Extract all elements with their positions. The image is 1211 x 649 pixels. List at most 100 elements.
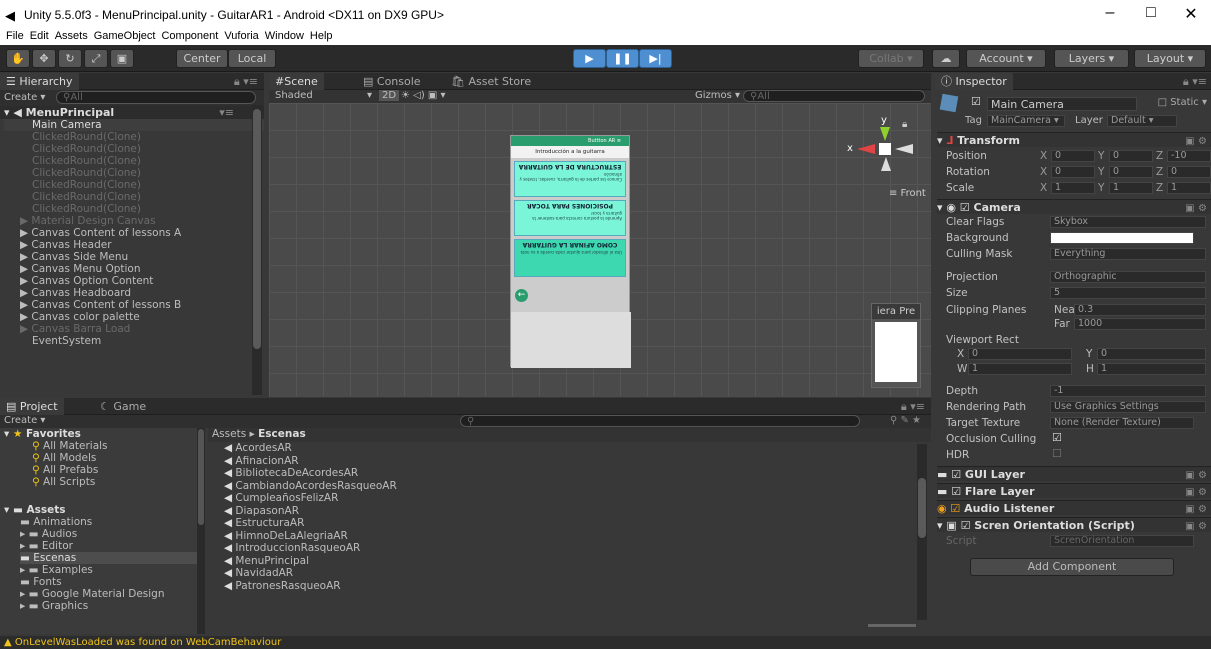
hierarchy-item[interactable]: ▶ Canvas Header (4, 239, 264, 251)
favorite-item[interactable]: ⚲ All Models (32, 452, 205, 464)
hierarchy-item[interactable]: ClickedRound(Clone) (4, 203, 264, 215)
pivot-center-button[interactable]: Center (176, 49, 228, 68)
hierarchy-item[interactable]: ▶ Canvas Headboard (4, 287, 264, 299)
scene-asset-item[interactable]: ◀ AfinacionAR (224, 455, 931, 468)
hierarchy-item[interactable]: ClickedRound(Clone) (4, 155, 264, 167)
hierarchy-search-input[interactable]: ⚲All (56, 91, 256, 104)
layers-dropdown[interactable]: Layers ▾ (1054, 49, 1129, 68)
clear-flags-dropdown[interactable]: Skybox (1050, 216, 1206, 228)
transform-y-field[interactable]: 0 (1109, 166, 1153, 178)
transform-z-field[interactable]: -10 (1167, 150, 1211, 162)
folder-item[interactable]: ▸ ▬ Google Material Design (20, 588, 205, 600)
scene-asset-item[interactable]: ◀ NavidadAR (224, 567, 931, 580)
gear-icon[interactable]: ▣ ⚙ (1185, 468, 1207, 483)
gear-icon[interactable]: ▣ ⚙ (1185, 519, 1207, 534)
scene-asset-item[interactable]: ◀ BibliotecaDeAcordesAR (224, 467, 931, 480)
object-name-field[interactable]: Main Camera (987, 97, 1137, 111)
lesson-card[interactable]: ESTRUCTURA DE LA GUITARRA Conoce las part… (514, 161, 626, 197)
menu-assets[interactable]: Assets (55, 30, 88, 42)
hierarchy-item[interactable]: ▶ Canvas Content of lessons A (4, 227, 264, 239)
transform-x-field[interactable]: 0 (1051, 166, 1095, 178)
maximize-button[interactable]: □ (1136, 4, 1166, 22)
folder-item[interactable]: ▬ Escenas (20, 552, 205, 564)
hierarchy-item[interactable]: ▶ Canvas Barra Load (4, 323, 264, 335)
hierarchy-item[interactable]: ▶ Canvas Option Content (4, 275, 264, 287)
tag-dropdown[interactable]: MainCamera ▾ (987, 115, 1065, 127)
add-component-button[interactable]: Add Component (970, 558, 1174, 576)
favorite-item[interactable]: ⚲ All Prefabs (32, 464, 205, 476)
viewport-x-field[interactable]: 0 (968, 348, 1072, 360)
scene-root-row[interactable]: ▾ ◀ MenuPrincipal ▾≡ (0, 106, 264, 119)
folder-item[interactable]: ▸ ▬ Editor (20, 540, 205, 552)
projection-dropdown[interactable]: Orthographic (1050, 271, 1206, 283)
rendering-path-dropdown[interactable]: Use Graphics Settings (1050, 401, 1206, 413)
hierarchy-item[interactable]: ClickedRound(Clone) (4, 143, 264, 155)
hierarchy-item[interactable]: ▶ Canvas Menu Option (4, 263, 264, 275)
menu-help[interactable]: Help (310, 30, 333, 42)
project-lock-icon[interactable]: 🔒︎ ▾≡ (901, 400, 925, 414)
hierarchy-create-button[interactable]: Create ▾ (4, 92, 45, 103)
hierarchy-item[interactable]: ClickedRound(Clone) (4, 191, 264, 203)
lock-icon[interactable]: 🔒︎ ▾≡ (234, 75, 258, 89)
lesson-card[interactable]: POSICIONES PARA TOCAR Aprende la postura … (514, 200, 626, 236)
folder-item[interactable]: ▸ ▬ Examples (20, 564, 205, 576)
minimize-button[interactable]: – (1095, 4, 1125, 22)
inspector-lock-icon[interactable]: 🔒︎ ▾≡ (1183, 75, 1207, 89)
project-create-button[interactable]: Create ▾ (4, 415, 45, 426)
pivot-local-button[interactable]: Local (228, 49, 276, 68)
menu-file[interactable]: File (6, 30, 24, 42)
scene-search-input[interactable]: ⚲All (743, 90, 925, 102)
viewport-y-field[interactable]: 0 (1097, 348, 1206, 360)
transform-z-field[interactable]: 0 (1167, 166, 1211, 178)
scene-viewport[interactable]: Buttton AR ≡ Introducción a la guitarra … (269, 103, 931, 397)
status-bar[interactable]: ▲ OnLevelWasLoaded was found on WebCamBe… (0, 636, 1211, 649)
scene-asset-item[interactable]: ◀ MenuPrincipal (224, 555, 931, 568)
hierarchy-item[interactable]: ▶ Material Design Canvas (4, 215, 264, 227)
zoom-slider[interactable] (868, 624, 916, 627)
transform-header[interactable]: ▾ ⅃ Transform ▣ ⚙ (937, 132, 1211, 147)
scene-asset-item[interactable]: ◀ CambiandoAcordesRasqueoAR (224, 480, 931, 493)
component-header[interactable]: ▬ ☑ Flare Layer ▣ ⚙ (937, 483, 1211, 498)
close-button[interactable]: ✕ (1176, 4, 1206, 24)
favorite-item[interactable]: ⚲ All Materials (32, 440, 205, 452)
tab-project[interactable]: ▤ Project (0, 398, 64, 415)
viewport-h-field[interactable]: 1 (1097, 363, 1206, 375)
transform-y-field[interactable]: 1 (1109, 182, 1153, 194)
cloud-button[interactable]: ☁ (932, 49, 960, 68)
2d-toggle[interactable]: 2D (379, 90, 400, 101)
tree-scrollbar[interactable] (197, 428, 205, 634)
shading-mode-dropdown[interactable]: Shaded (275, 90, 313, 101)
component-header[interactable]: ◉ ☑ Audio Listener ▣ ⚙ (937, 500, 1211, 515)
hierarchy-scrollbar[interactable] (252, 105, 262, 395)
component-header[interactable]: ▾ ▣ ☑ Scren Orientation (Script) ▣ ⚙ (937, 517, 1211, 532)
hdr-checkbox[interactable]: ☐ (1052, 447, 1062, 460)
transform-x-field[interactable]: 1 (1051, 182, 1095, 194)
scene-asset-item[interactable]: ◀ CumpleañosFelizAR (224, 492, 931, 505)
viewport-w-field[interactable]: 1 (968, 363, 1072, 375)
tab-inspector[interactable]: ⓘ Inspector (935, 73, 1013, 90)
folder-item[interactable]: ▸ ▬ Graphics (20, 600, 205, 612)
culling-mask-dropdown[interactable]: Everything (1050, 248, 1206, 260)
hierarchy-item[interactable]: ▶ Canvas Side Menu (4, 251, 264, 263)
tab-console[interactable]: ▤ Console (357, 73, 427, 90)
hierarchy-item[interactable]: EventSystem (4, 335, 264, 347)
pause-button[interactable]: ❚❚ (606, 49, 639, 68)
hierarchy-item[interactable]: ▶ Canvas Content of lessons B (4, 299, 264, 311)
folder-item[interactable]: ▸ ▬ Audios (20, 528, 205, 540)
gizmos-dropdown[interactable]: Gizmos ▾ (695, 90, 740, 101)
rotate-tool-button[interactable]: ↻ (58, 49, 82, 68)
hierarchy-item[interactable]: ▶ Canvas color palette (4, 311, 264, 323)
back-arrow-icon[interactable]: ← (515, 289, 528, 302)
menu-edit[interactable]: Edit (30, 30, 49, 42)
scene-asset-item[interactable]: ◀ AcordesAR (224, 442, 931, 455)
tab-asset-store[interactable]: 🛍︎ Asset Store (445, 73, 537, 90)
near-field[interactable]: 0.3 (1074, 304, 1206, 316)
lighting-toggle[interactable]: ☀ ◁) ▣ ▾ (401, 90, 446, 101)
hand-tool-button[interactable]: ✋ (6, 49, 30, 68)
menu-vuforia[interactable]: Vuforia (224, 30, 258, 42)
scene-lock-icon[interactable]: 🔒︎ (902, 119, 907, 130)
occlusion-checkbox[interactable]: ☑ (1052, 431, 1062, 444)
gear-icon[interactable]: ▣ ⚙ (1185, 502, 1207, 517)
hierarchy-item[interactable]: ClickedRound(Clone) (4, 179, 264, 191)
hierarchy-item[interactable]: Main Camera (4, 119, 264, 131)
